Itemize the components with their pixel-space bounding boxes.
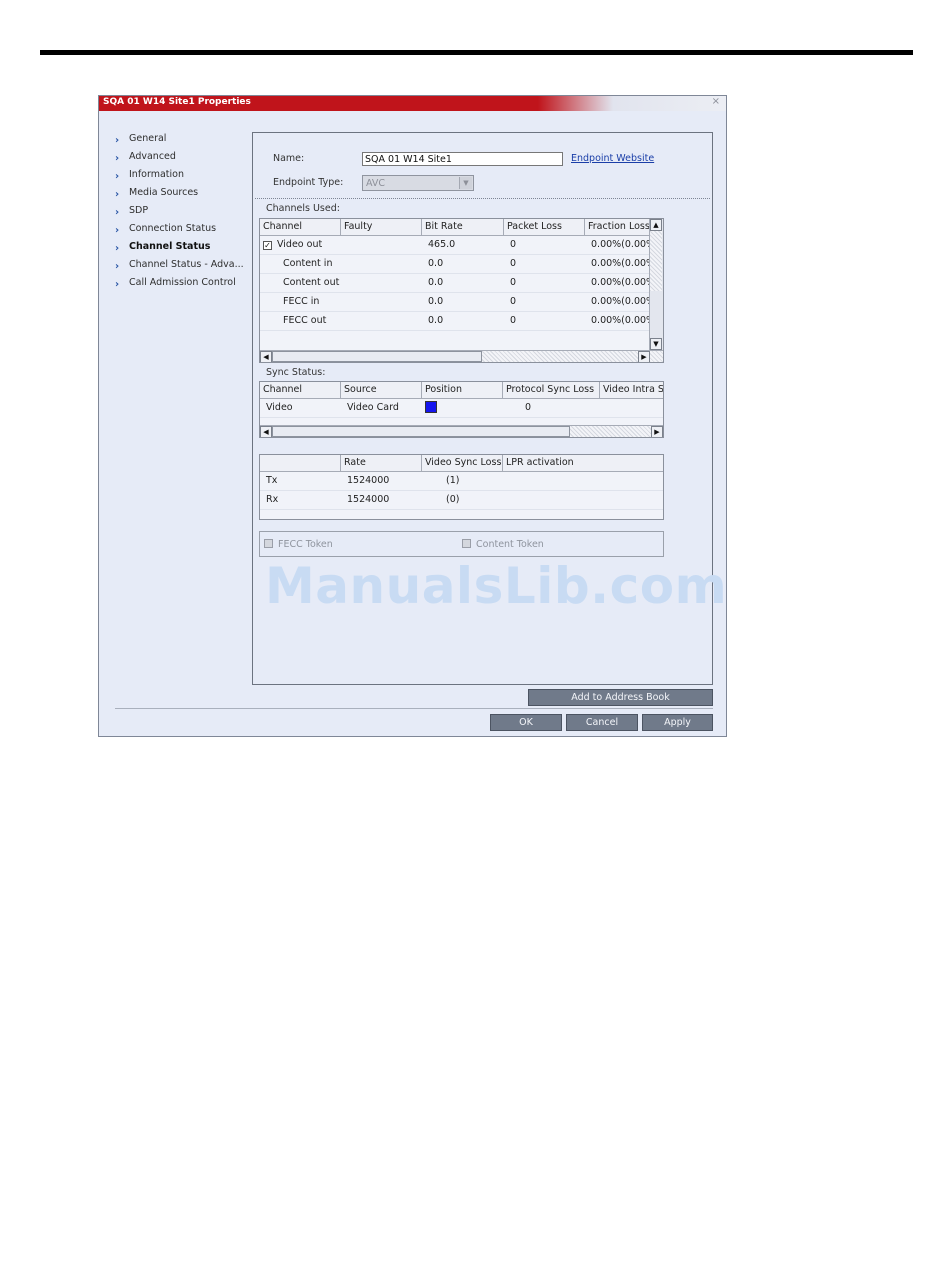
checkbox-icon[interactable]	[264, 539, 273, 548]
sync-status-table: Channel Source Position Protocol Sync Lo…	[259, 381, 664, 438]
channels-table-header: Channel Faulty Bit Rate Packet Loss Frac…	[260, 219, 651, 236]
watermark: ManualsLib.com	[265, 557, 728, 615]
channel-status-panel: Name: Endpoint Website Endpoint Type: AV…	[252, 132, 727, 685]
column-header[interactable]: Channel	[260, 382, 341, 398]
cancel-button[interactable]: Cancel	[566, 714, 638, 731]
nav-item-sdp[interactable]: › SDP	[115, 204, 253, 222]
channels-used-label: Channels Used:	[266, 203, 340, 214]
table-row[interactable]: FECC in 0.0 0 0.00%(0.00%	[260, 292, 651, 312]
rates-table: Rate Video Sync Loss LPR activation Tx 1…	[259, 454, 664, 520]
chevron-right-icon: ›	[115, 189, 120, 200]
divider	[255, 198, 710, 199]
apply-button[interactable]: Apply	[642, 714, 713, 731]
close-icon[interactable]: ×	[712, 96, 720, 107]
column-header[interactable]: LPR activation	[503, 455, 663, 471]
dialog-title: SQA 01 W14 Site1 Properties	[103, 97, 251, 107]
nav-item-advanced[interactable]: › Advanced	[115, 150, 253, 168]
chevron-right-icon: ›	[115, 207, 120, 218]
scrollbar-thumb[interactable]	[272, 351, 482, 362]
page-top-rule	[40, 50, 913, 55]
scroll-right-icon[interactable]: ▶	[651, 426, 663, 437]
channels-horizontal-scrollbar[interactable]: ◀ ▶	[260, 350, 663, 362]
table-row[interactable]: Rx 1524000 (0)	[260, 490, 663, 510]
name-input[interactable]	[362, 152, 563, 166]
checkbox-icon[interactable]	[462, 539, 471, 548]
endpoint-type-select[interactable]: AVC ▼	[362, 175, 474, 191]
nav-item-channel-status[interactable]: › Channel Status	[115, 240, 253, 258]
column-header[interactable]: Rate	[341, 455, 422, 471]
position-indicator	[425, 401, 437, 413]
nav-item-information[interactable]: › Information	[115, 168, 253, 186]
column-header[interactable]: Video Intra S	[600, 382, 663, 398]
rates-table-header: Rate Video Sync Loss LPR activation	[260, 455, 663, 472]
scrollbar-thumb[interactable]	[272, 426, 570, 437]
column-header[interactable]: Packet Loss	[504, 219, 585, 235]
channels-vertical-scrollbar[interactable]: ▲ ▼	[649, 219, 663, 350]
scroll-right-icon[interactable]: ▶	[638, 351, 650, 362]
nav-item-media-sources[interactable]: › Media Sources	[115, 186, 253, 204]
table-row[interactable]: FECC out 0.0 0 0.00%(0.00%	[260, 311, 651, 331]
column-header[interactable]: Channel	[260, 219, 341, 235]
chevron-right-icon: ›	[115, 261, 120, 272]
sync-horizontal-scrollbar[interactable]: ◀ ▶	[260, 425, 663, 437]
table-row[interactable]: Content in 0.0 0 0.00%(0.00%	[260, 254, 651, 274]
scroll-left-icon[interactable]: ◀	[260, 426, 272, 437]
sync-status-label: Sync Status:	[266, 367, 326, 378]
ok-button[interactable]: OK	[490, 714, 562, 731]
chevron-right-icon: ›	[115, 171, 120, 182]
column-header[interactable]: Position	[422, 382, 503, 398]
column-header[interactable]: Protocol Sync Loss	[503, 382, 600, 398]
table-row[interactable]: ✓ Video out 465.0 0 0.00%(0.00%	[260, 235, 651, 255]
nav-item-connection-status[interactable]: › Connection Status	[115, 222, 253, 240]
add-to-address-book-button[interactable]: Add to Address Book	[528, 689, 713, 706]
nav-item-call-admission-control[interactable]: › Call Admission Control	[115, 276, 253, 294]
column-header[interactable]: Video Sync Loss	[422, 455, 503, 471]
column-header[interactable]: Bit Rate	[422, 219, 504, 235]
endpoint-type-label: Endpoint Type:	[273, 177, 344, 188]
chevron-right-icon: ›	[115, 279, 120, 290]
column-header	[260, 455, 341, 471]
tokens-group: FECC Token Content Token	[259, 531, 664, 557]
endpoint-website-link[interactable]: Endpoint Website	[571, 153, 654, 164]
chevron-right-icon: ›	[115, 153, 120, 164]
properties-dialog: SQA 01 W14 Site1 Properties × › General ›…	[98, 95, 727, 737]
endpoint-type-value: AVC	[366, 178, 386, 189]
table-row[interactable]: Content out 0.0 0 0.00%(0.00%	[260, 273, 651, 293]
check-icon[interactable]: ✓	[263, 241, 272, 250]
column-header[interactable]: Source	[341, 382, 422, 398]
fecc-token-checkbox[interactable]: FECC Token	[264, 539, 333, 550]
name-label: Name:	[273, 153, 305, 164]
button-separator	[115, 708, 713, 709]
table-row[interactable]: Video Video Card 0	[260, 398, 663, 418]
column-header[interactable]: Faulty	[341, 219, 422, 235]
chevron-right-icon: ›	[115, 243, 120, 254]
chevron-right-icon: ›	[115, 225, 120, 236]
scrollbar-track[interactable]	[650, 231, 662, 291]
properties-nav: › General › Advanced › Information › Media S…	[115, 132, 253, 294]
column-header[interactable]: Fraction Loss	[585, 219, 651, 235]
scroll-up-icon[interactable]: ▲	[650, 219, 662, 231]
scroll-down-icon[interactable]: ▼	[650, 338, 662, 350]
table-row[interactable]: Tx 1524000 (1)	[260, 471, 663, 491]
chevron-down-icon[interactable]: ▼	[459, 177, 472, 189]
content-token-checkbox[interactable]: Content Token	[462, 539, 544, 550]
dialog-titlebar[interactable]: SQA 01 W14 Site1 Properties ×	[99, 96, 726, 111]
nav-item-channel-status-advanced[interactable]: › Channel Status - Adva...	[115, 258, 253, 276]
nav-item-general[interactable]: › General	[115, 132, 253, 150]
sync-table-header: Channel Source Position Protocol Sync Lo…	[260, 382, 663, 399]
channels-table: Channel Faulty Bit Rate Packet Loss Frac…	[259, 218, 664, 363]
scroll-left-icon[interactable]: ◀	[260, 351, 272, 362]
chevron-right-icon: ›	[115, 135, 120, 146]
